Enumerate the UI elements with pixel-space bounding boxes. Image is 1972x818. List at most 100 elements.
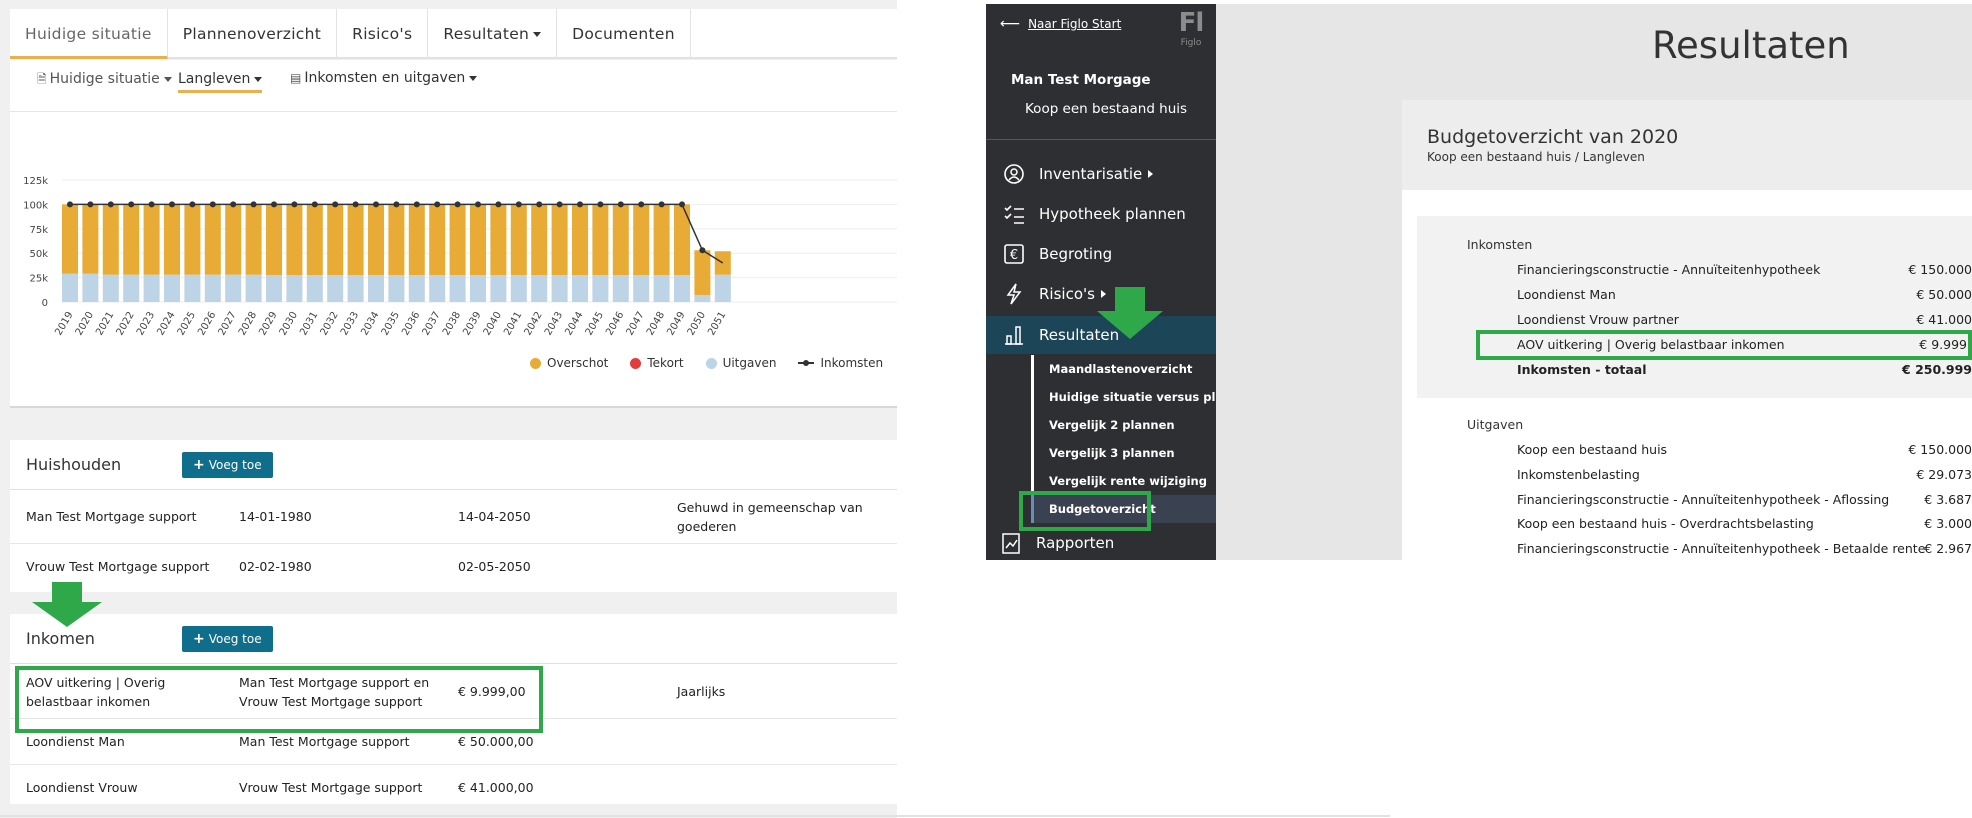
legend-item-inkomsten[interactable]: Inkomsten — [798, 356, 883, 370]
mode-dropdown[interactable]: Langleven — [178, 71, 263, 93]
mode-label: Langleven — [178, 71, 251, 87]
scenario-dropdown[interactable]: 🗎 Huidige situatie — [37, 70, 172, 91]
bar-overschot — [204, 204, 221, 275]
point-inkomsten — [597, 201, 604, 208]
x-tick-label: 2040 — [482, 310, 504, 338]
x-tick-label: 2036 — [400, 310, 422, 338]
legend-label-uitgaven: Uitgaven — [722, 356, 777, 370]
point-inkomsten — [454, 201, 461, 208]
huishouden-add-button[interactable]: + Voeg toe — [182, 452, 273, 478]
bar-overschot — [408, 204, 425, 276]
bar-uitgaven — [286, 275, 303, 302]
arrow-left-icon: ⟵ — [1000, 16, 1021, 32]
subnav-vergelijk-3-plannen[interactable]: Vergelijk 3 plannen — [1031, 439, 1216, 467]
budget-line-label: Financieringsconstructie - Annuïteitenhy… — [1517, 541, 1926, 556]
subnav-maandlastenoverzicht[interactable]: Maandlastenoverzicht — [1031, 355, 1216, 383]
point-inkomsten — [209, 201, 216, 208]
point-inkomsten — [87, 201, 94, 208]
table-row[interactable]: Loondienst Vrouw Vrouw Test Mortgage sup… — [10, 765, 897, 803]
bar-uitgaven — [164, 274, 180, 302]
budget-subtitle: Koop een bestaand huis / Langleven — [1427, 150, 1645, 164]
tab-documenten[interactable]: Documenten — [557, 9, 691, 59]
bar-uitgaven — [694, 295, 711, 302]
bar-overschot — [694, 250, 711, 296]
bar-uitgaven — [470, 275, 486, 302]
sidebar: ⟵ Naar Figlo Start Fl Figlo Man Test Morg… — [986, 4, 1216, 560]
marital-status: Gehuwd in gemeenschap van goederen — [677, 500, 863, 534]
bar-overschot — [470, 204, 486, 276]
budget-line-label: Financieringsconstructie - Annuïteitenhy… — [1517, 262, 1821, 277]
point-inkomsten — [515, 201, 522, 208]
bar-uitgaven — [674, 275, 690, 302]
y-tick-label: 0 — [42, 298, 48, 309]
bar-uitgaven — [653, 275, 670, 302]
point-inkomsten — [250, 201, 257, 208]
chart-toolbar: 🗎 Huidige situatie Langleven ▤ Inkomsten e… — [10, 60, 897, 112]
income-section-label: Inkomsten — [1467, 237, 1533, 252]
x-tick-label: 2019 — [53, 310, 75, 338]
bar-uitgaven — [510, 275, 527, 302]
inkomen-add-button[interactable]: + Voeg toe — [182, 626, 273, 652]
income-frequency: Jaarlijks — [677, 684, 726, 699]
budget-line: Koop een bestaand huis - Overdrachtsbela… — [1517, 516, 1972, 531]
back-link-label: Naar Figlo Start — [1028, 17, 1122, 31]
chevron-down-icon — [254, 76, 263, 82]
bar-overschot — [327, 204, 344, 276]
tab-huidige-situatie[interactable]: Huidige situatie — [10, 9, 168, 59]
sidebar-item-label: Risico's — [1039, 285, 1095, 303]
tab-resultaten[interactable]: Resultaten — [428, 9, 558, 59]
back-to-start-link[interactable]: ⟵ Naar Figlo Start — [1000, 16, 1121, 32]
subnav-vergelijk-2-plannen[interactable]: Vergelijk 2 plannen — [1031, 411, 1216, 439]
sidebar-item-begroting[interactable]: € Begroting — [986, 235, 1216, 273]
bar-uitgaven — [490, 275, 507, 302]
x-tick-label: 2028 — [237, 310, 259, 338]
subnav-huidige-situatie-versus-plan[interactable]: Huidige situatie versus plan — [1031, 383, 1216, 411]
point-inkomsten — [352, 201, 359, 208]
budget-line: Financieringsconstructie - Annuïteitenhy… — [1517, 492, 1972, 507]
legend-item-uitgaven[interactable]: Uitgaven — [705, 356, 777, 370]
bar-uitgaven — [347, 275, 364, 302]
inkomen-add-label: Voeg toe — [208, 632, 262, 646]
bar-uitgaven — [204, 274, 221, 302]
page-bottom-divider — [0, 815, 1390, 817]
point-inkomsten — [291, 201, 298, 208]
sidebar-item-label: Begroting — [1039, 245, 1113, 263]
sidebar-item-inventarisatie[interactable]: Inventarisatie — [986, 155, 1216, 193]
legend-item-overschot[interactable]: Overschot — [530, 356, 608, 370]
table-row[interactable]: Vrouw Test Mortgage support 02-02-1980 0… — [10, 544, 897, 590]
bar-uitgaven — [592, 275, 609, 302]
tab-plannenoverzicht[interactable]: Plannenoverzicht — [168, 9, 338, 59]
point-inkomsten — [67, 201, 73, 208]
budget-line-label: Loondienst Vrouw partner — [1517, 312, 1679, 327]
expense-section-label: Uitgaven — [1467, 417, 1524, 432]
legend-item-tekort[interactable]: Tekort — [630, 356, 684, 370]
budget-total-line: Inkomsten - totaal € 250.999 — [1517, 362, 1972, 377]
point-inkomsten — [169, 201, 175, 208]
annotation-highlight-box — [1476, 330, 1972, 360]
bar-overschot — [306, 204, 323, 276]
budget-line: Inkomstenbelasting € 29.073 — [1517, 467, 1972, 482]
y-tick-label: 100k — [23, 200, 48, 211]
income-owner: Man Test Mortgage support — [239, 734, 410, 749]
legend-label-inkomsten: Inkomsten — [820, 356, 884, 370]
checklist-icon — [1003, 203, 1025, 225]
view-dropdown[interactable]: ▤ Inkomsten en uitgaven — [290, 70, 478, 86]
x-tick-label: 2026 — [196, 310, 218, 338]
chevron-right-icon — [1148, 170, 1154, 178]
table-row[interactable]: Man Test Mortgage support 14-01-1980 14-… — [10, 490, 897, 544]
point-inkomsten — [679, 201, 685, 208]
annotation-highlight-box — [15, 666, 543, 733]
sidebar-item-label: Inventarisatie — [1039, 165, 1143, 183]
sidebar-item-hypotheek-plannen[interactable]: Hypotheek plannen — [986, 195, 1216, 233]
content-left-gutter — [1216, 4, 1402, 560]
budget-line-label: Inkomstenbelasting — [1517, 467, 1640, 482]
bar-uitgaven — [368, 275, 384, 302]
budget-line-label: Koop een bestaand huis - Overdrachtsbela… — [1517, 516, 1814, 531]
tab-risicos[interactable]: Risico's — [337, 9, 429, 59]
bar-overschot — [510, 204, 527, 276]
income-amount: € 50.000,00 — [458, 734, 534, 749]
chart-legend: Overschot Tekort Uitgaven Inkomsten — [530, 356, 883, 370]
tab-resultaten-label: Resultaten — [443, 25, 530, 43]
x-tick-label: 2021 — [94, 310, 116, 338]
point-inkomsten — [434, 201, 441, 208]
